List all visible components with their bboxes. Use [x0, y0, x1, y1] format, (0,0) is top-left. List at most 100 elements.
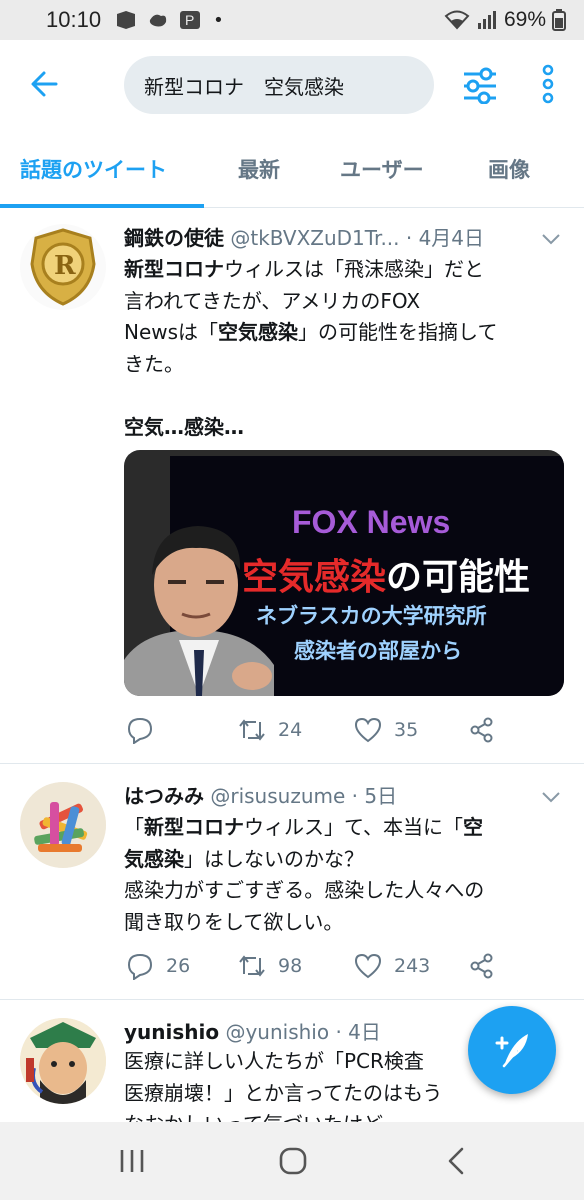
battery-icon	[552, 9, 566, 31]
signal-icon	[477, 11, 496, 29]
android-nav-bar	[0, 1122, 584, 1200]
author-name[interactable]: はつみみ	[124, 784, 204, 808]
tweet-header: はつみみ @risusuzume · 5日	[124, 780, 397, 809]
compose-icon	[495, 1034, 528, 1068]
chevron-down-icon[interactable]	[540, 232, 562, 246]
tweet-text-line: 」の可能性を指摘して	[298, 320, 498, 344]
retweet-count: 24	[278, 719, 303, 741]
like-button[interactable]: 35	[354, 716, 418, 744]
tweet-text-line: ウィルスは「飛沫感染」だと	[224, 257, 484, 281]
status-time: 10:10	[46, 7, 102, 32]
share-icon	[470, 953, 493, 979]
tweet-actions: 24 35	[124, 716, 564, 756]
like-count: 35	[394, 719, 419, 741]
gold-emblem-avatar: R	[20, 224, 106, 310]
notification-icon	[117, 11, 136, 29]
author-handle: @tkBVXZuD1Tr... · 4月4日	[230, 226, 485, 250]
illustrated-face-avatar	[20, 1018, 106, 1104]
share-button[interactable]	[468, 952, 496, 980]
status-right: 69%	[444, 8, 566, 32]
media-caption-red: 空気感染	[242, 557, 387, 598]
back-arrow-icon[interactable]	[26, 64, 66, 104]
tweet[interactable]: R 鋼鉄の使徒 @tkBVXZuD1Tr... · 4月4日 新型コロナウィルス…	[0, 208, 584, 764]
like-icon	[354, 953, 382, 979]
reply-button[interactable]	[126, 716, 166, 744]
retweet-button[interactable]: 98	[238, 952, 302, 980]
home-icon[interactable]	[276, 1146, 310, 1176]
avatar[interactable]	[20, 782, 106, 868]
avatar[interactable]	[20, 1018, 106, 1104]
tweet-text-bold: 空	[463, 815, 483, 839]
tweet-header: yunishio @yunishio · 4日	[124, 1016, 381, 1045]
author-name[interactable]: yunishio	[124, 1020, 219, 1044]
tab-top-tweets[interactable]: 話題のツイート	[20, 154, 167, 184]
tweet-text-line: 聞き取りをして欲しい。	[124, 909, 344, 934]
tweet-text-bold: 空気感染	[218, 320, 299, 344]
reply-icon	[127, 953, 153, 980]
retweet-button[interactable]: 24	[238, 716, 302, 744]
tweet-text-line: 感染力がすごすぎる。感染した人々への	[124, 878, 485, 902]
media-caption: ネブラスカの大学研究所	[256, 604, 487, 628]
compose-tweet-button[interactable]	[468, 1006, 556, 1094]
media-caption: 感染者の部屋から	[294, 639, 462, 663]
tweet-text: 新型コロナウィルスは「飛沫感染」だと 言われてきたが、アメリカのFOX News…	[124, 254, 564, 443]
retweet-icon	[239, 719, 265, 741]
back-nav-icon[interactable]	[440, 1146, 474, 1176]
tweet-text-line: なおかしいって気づいたけど	[124, 1109, 494, 1122]
tweet-text-line: ウィルス」て、本当に「	[244, 815, 463, 839]
notification-icon: P	[180, 11, 201, 29]
tab-users[interactable]: ユーザー	[340, 154, 424, 184]
tweet-media-image[interactable]: FOX News 空気感染の可能性 ネブラスカの大学研究所 感染者の部屋から	[124, 450, 564, 696]
more-icon[interactable]	[534, 64, 562, 104]
reply-button[interactable]: 26	[126, 952, 190, 980]
reply-count: 26	[166, 955, 191, 977]
tweet-text-bold: 新型コロナ	[144, 815, 244, 839]
retweet-icon	[239, 955, 265, 977]
tab-latest[interactable]: 最新	[238, 154, 280, 184]
status-dot: •	[213, 9, 224, 31]
share-button[interactable]	[468, 716, 496, 744]
avatar[interactable]: R	[20, 224, 106, 310]
chevron-down-icon[interactable]	[540, 790, 562, 804]
search-header: 新型コロナ 空気感染	[0, 40, 584, 128]
media-caption: 空気感染の可能性	[242, 548, 530, 600]
tweet-text: 医療に詳しい人たちが「PCR検査 医療崩壊！」とか言ってたのはもう なおかしいっ…	[124, 1046, 494, 1122]
share-icon	[470, 717, 493, 743]
tweet-text-line: 「	[124, 815, 144, 839]
media-caption: FOX News	[292, 504, 451, 540]
svg-text:R: R	[54, 251, 76, 281]
recents-icon[interactable]	[116, 1146, 150, 1176]
battery-percent: 69%	[503, 8, 546, 31]
tweet-text-bold: 気感染	[124, 846, 184, 871]
media-caption-white: の可能性	[386, 557, 531, 598]
colored-sticks-avatar	[20, 782, 106, 868]
reply-icon	[127, 717, 153, 744]
like-icon	[354, 717, 382, 743]
author-handle: @yunishio · 4日	[225, 1020, 381, 1044]
tweet-text-line: 」はしないのかな？	[184, 846, 364, 871]
svg-text:P: P	[185, 12, 194, 28]
tweet-header: 鋼鉄の使徒 @tkBVXZuD1Tr... · 4月4日	[124, 222, 484, 251]
author-handle: @risusuzume · 5日	[210, 784, 398, 808]
like-button[interactable]: 243	[354, 952, 430, 980]
retweet-count: 98	[278, 955, 303, 977]
search-input[interactable]: 新型コロナ 空気感染	[124, 56, 434, 114]
author-name[interactable]: 鋼鉄の使徒	[124, 226, 224, 250]
notification-icon	[149, 14, 167, 27]
filter-icon[interactable]	[460, 64, 500, 104]
tweet-text-line: 医療崩壊！」とか言ってたのはもう	[124, 1080, 443, 1105]
like-count: 243	[394, 955, 431, 977]
tab-images[interactable]: 画像	[488, 154, 530, 184]
status-bar: 10:10 P • 69%	[0, 0, 584, 40]
tweet-text-line: 医療に詳しい人たちが「PCR検査	[124, 1049, 424, 1073]
tweet-text-line: きた。	[124, 351, 184, 376]
tweet-actions: 26 98 243	[124, 952, 564, 992]
tweet[interactable]: はつみみ @risusuzume · 5日 「新型コロナウィルス」て、本当に「空…	[0, 764, 584, 1000]
wifi-icon	[444, 10, 470, 30]
tweet-text-bold: 新型コロナ	[124, 257, 224, 281]
search-tabs: 話題のツイート 最新 ユーザー 画像	[0, 128, 584, 208]
tweet-text: 「新型コロナウィルス」て、本当に「空 気感染」はしないのかな？ 感染力がすごすぎ…	[124, 812, 564, 938]
tweet-text-bold: 空気…感染…	[124, 414, 244, 439]
tweet-text-line: Newsは「	[124, 320, 219, 344]
tweet-text-line: 言われてきたが、アメリカのFOX	[124, 288, 421, 313]
